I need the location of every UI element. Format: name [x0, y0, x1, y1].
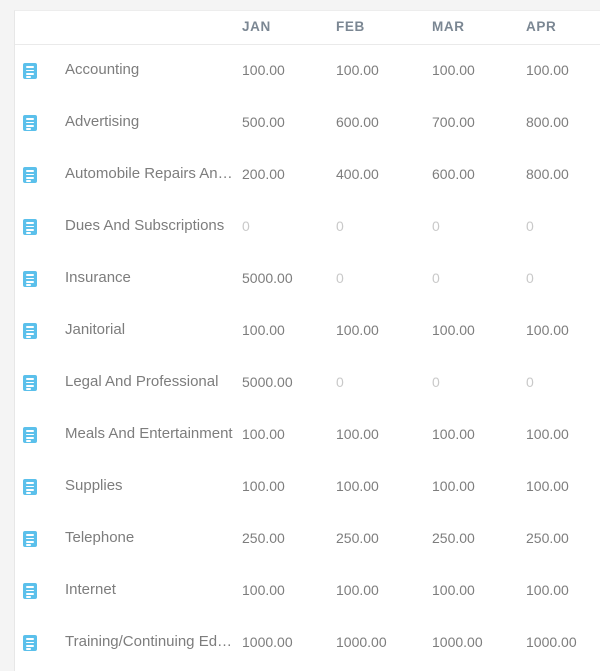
cell-jan[interactable]: 100.00	[242, 62, 285, 78]
row-label: Meals And Entertainment	[65, 425, 233, 442]
cell-mar[interactable]: 0	[432, 374, 440, 390]
column-header-apr[interactable]: APR	[526, 19, 556, 34]
row-label: Advertising	[65, 113, 140, 130]
document-list-icon[interactable]	[23, 323, 37, 339]
cell-feb[interactable]: 100.00	[336, 426, 379, 442]
table-row[interactable]: Telephone 250.00 250.00 250.00 250.00	[15, 513, 600, 565]
table-row[interactable]: Insurance 5000.00 0 0 0	[15, 253, 600, 305]
cell-mar[interactable]: 700.00	[432, 114, 475, 130]
cell-apr[interactable]: 100.00	[526, 322, 569, 338]
document-list-icon[interactable]	[23, 479, 37, 495]
row-label: Internet	[65, 581, 116, 598]
cell-jan[interactable]: 5000.00	[242, 374, 293, 390]
cell-feb[interactable]: 0	[336, 218, 344, 234]
document-list-icon[interactable]	[23, 271, 37, 287]
cell-feb[interactable]: 250.00	[336, 530, 379, 546]
row-label: Training/Continuing Education	[65, 633, 237, 650]
cell-feb[interactable]: 100.00	[336, 322, 379, 338]
cell-feb[interactable]: 400.00	[336, 166, 379, 182]
table-header-row: JAN FEB MAR APR	[15, 11, 600, 45]
cell-apr[interactable]: 100.00	[526, 582, 569, 598]
cell-feb[interactable]: 100.00	[336, 582, 379, 598]
row-label: Automobile Repairs And Maintenance	[65, 165, 237, 182]
cell-apr[interactable]: 0	[526, 374, 534, 390]
cell-mar[interactable]: 100.00	[432, 478, 475, 494]
cell-feb[interactable]: 100.00	[336, 478, 379, 494]
document-list-icon[interactable]	[23, 531, 37, 547]
document-list-icon[interactable]	[23, 635, 37, 651]
table-row[interactable]: Legal And Professional 5000.00 0 0 0	[15, 357, 600, 409]
cell-jan[interactable]: 250.00	[242, 530, 285, 546]
document-list-icon[interactable]	[23, 63, 37, 79]
cell-mar[interactable]: 100.00	[432, 62, 475, 78]
cell-apr[interactable]: 100.00	[526, 478, 569, 494]
cell-jan[interactable]: 100.00	[242, 426, 285, 442]
document-list-icon[interactable]	[23, 219, 37, 235]
cell-jan[interactable]: 500.00	[242, 114, 285, 130]
cell-mar[interactable]: 1000.00	[432, 634, 483, 650]
column-header-mar[interactable]: MAR	[432, 19, 465, 34]
table-row[interactable]: Advertising 500.00 600.00 700.00 800.00	[15, 97, 600, 149]
cell-mar[interactable]: 600.00	[432, 166, 475, 182]
cell-apr[interactable]: 800.00	[526, 114, 569, 130]
cell-mar[interactable]: 0	[432, 218, 440, 234]
cell-apr[interactable]: 100.00	[526, 426, 569, 442]
cell-feb[interactable]: 0	[336, 270, 344, 286]
table-row[interactable]: Training/Continuing Education 1000.00 1000…	[15, 617, 600, 669]
table-body: Accounting 100.00 100.00 100.00 100.00 Advert…	[15, 45, 600, 669]
document-list-icon[interactable]	[23, 583, 37, 599]
cell-mar[interactable]: 0	[432, 270, 440, 286]
cell-apr[interactable]: 0	[526, 218, 534, 234]
document-list-icon[interactable]	[23, 375, 37, 391]
table-row[interactable]: Internet 100.00 100.00 100.00 100.00	[15, 565, 600, 617]
cell-jan[interactable]: 200.00	[242, 166, 285, 182]
cell-jan[interactable]: 0	[242, 218, 250, 234]
row-label: Dues And Subscriptions	[65, 217, 225, 234]
cell-mar[interactable]: 100.00	[432, 582, 475, 598]
document-list-icon[interactable]	[23, 427, 37, 443]
cell-jan[interactable]: 100.00	[242, 322, 285, 338]
cell-feb[interactable]: 100.00	[336, 62, 379, 78]
cell-feb[interactable]: 600.00	[336, 114, 379, 130]
cell-mar[interactable]: 250.00	[432, 530, 475, 546]
cell-mar[interactable]: 100.00	[432, 426, 475, 442]
table-row[interactable]: Accounting 100.00 100.00 100.00 100.00	[15, 45, 600, 97]
cell-apr[interactable]: 100.00	[526, 62, 569, 78]
expense-budget-table: JAN FEB MAR APR Accounting 100.00 100.00 10…	[14, 10, 600, 671]
cell-jan[interactable]: 5000.00	[242, 270, 293, 286]
document-list-icon[interactable]	[23, 115, 37, 131]
table-row[interactable]: Supplies 100.00 100.00 100.00 100.00	[15, 461, 600, 513]
row-label: Insurance	[65, 269, 131, 286]
row-label: Accounting	[65, 61, 140, 78]
cell-apr[interactable]: 0	[526, 270, 534, 286]
column-header-feb[interactable]: FEB	[336, 19, 365, 34]
cell-jan[interactable]: 100.00	[242, 478, 285, 494]
row-label: Supplies	[65, 477, 123, 494]
table-row[interactable]: Automobile Repairs And Maintenance 200.00…	[15, 149, 600, 201]
cell-apr[interactable]: 800.00	[526, 166, 569, 182]
table-row[interactable]: Dues And Subscriptions 0 0 0 0	[15, 201, 600, 253]
cell-feb[interactable]: 0	[336, 374, 344, 390]
table-row[interactable]: Janitorial 100.00 100.00 100.00 100.00	[15, 305, 600, 357]
cell-apr[interactable]: 250.00	[526, 530, 569, 546]
cell-jan[interactable]: 1000.00	[242, 634, 293, 650]
document-list-icon[interactable]	[23, 167, 37, 183]
cell-feb[interactable]: 1000.00	[336, 634, 387, 650]
table-row[interactable]: Meals And Entertainment 100.00 100.00 100.0…	[15, 409, 600, 461]
cell-apr[interactable]: 1000.00	[526, 634, 577, 650]
cell-mar[interactable]: 100.00	[432, 322, 475, 338]
expense-table-screen: JAN FEB MAR APR Accounting 100.00 100.00 10…	[0, 0, 600, 671]
row-label: Janitorial	[65, 321, 126, 338]
column-header-jan[interactable]: JAN	[242, 19, 271, 34]
cell-jan[interactable]: 100.00	[242, 582, 285, 598]
row-label: Telephone	[65, 529, 135, 546]
row-label: Legal And Professional	[65, 373, 219, 390]
